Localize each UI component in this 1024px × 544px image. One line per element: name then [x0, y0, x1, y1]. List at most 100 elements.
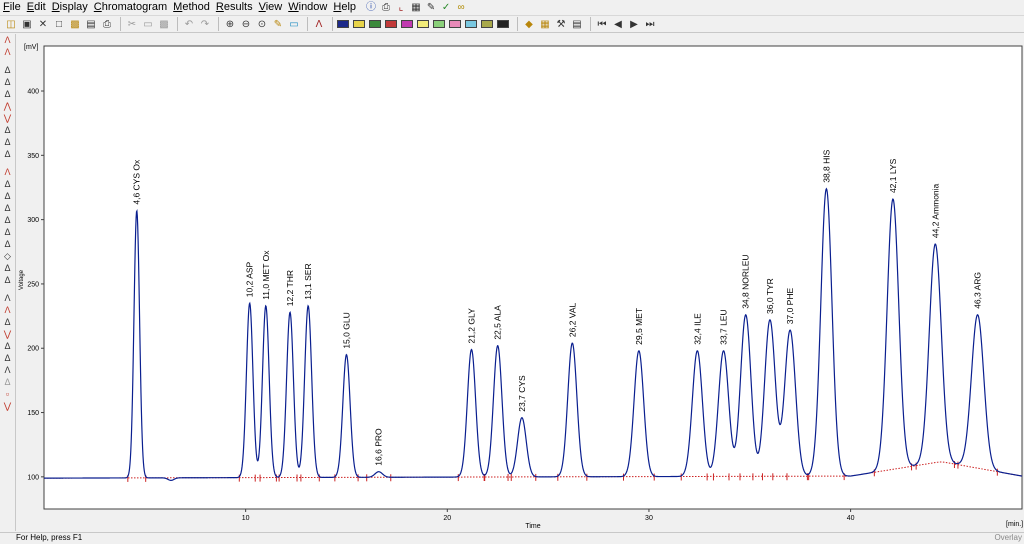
comment-icon[interactable]: ▭	[287, 17, 301, 31]
info-icon[interactable]: ⓘ	[365, 2, 377, 14]
check-icon[interactable]: ✓	[440, 2, 452, 14]
manual-tool-icon[interactable]: ▫	[2, 389, 14, 400]
open-icon[interactable]: ◫	[4, 17, 18, 31]
calculator-icon[interactable]: ▤	[570, 17, 584, 31]
manual-tool-icon[interactable]: ⋁	[2, 329, 14, 340]
color-swatch-cyan[interactable]	[465, 20, 477, 28]
color-swatch-magenta[interactable]	[401, 20, 413, 28]
event-icon[interactable]: ◇	[2, 251, 14, 262]
tangent-icon[interactable]: Δ	[2, 125, 14, 136]
color-swatch-green[interactable]	[369, 20, 381, 28]
valley-icon[interactable]: ⋁	[2, 113, 14, 124]
peak-label: 33,7 LEU	[719, 309, 729, 344]
menu-display[interactable]: Display	[49, 0, 91, 15]
event-icon[interactable]: Δ	[2, 191, 14, 202]
save-icon[interactable]: ▣	[20, 17, 34, 31]
baseline-tool-icon[interactable]: Δ	[2, 77, 14, 88]
manual-tool-icon[interactable]: Δ	[2, 341, 14, 352]
manual-tool-icon[interactable]: Δ	[2, 317, 14, 328]
first-icon[interactable]: ⏮	[595, 17, 609, 31]
color-swatch-pink[interactable]	[449, 20, 461, 28]
color-swatch-black[interactable]	[497, 20, 509, 28]
manual-tool-icon[interactable]: Δ	[2, 377, 14, 388]
color-swatch-lightyellow[interactable]	[417, 20, 429, 28]
peak-label: 16,6 PRO	[374, 428, 384, 466]
zoom-in-icon[interactable]: ⊕	[223, 17, 237, 31]
print-preview-icon[interactable]: ⎙	[100, 17, 114, 31]
y-axis-unit: [mV]	[24, 44, 38, 51]
peak-label: 22,5 ALA	[493, 305, 503, 340]
toolbar-separator	[517, 17, 518, 31]
tangent-icon[interactable]: Δ	[2, 137, 14, 148]
manual-tool-icon[interactable]: Λ	[2, 365, 14, 376]
export-icon[interactable]: ▤	[84, 17, 98, 31]
event-icon[interactable]: Δ	[2, 179, 14, 190]
cut-icon[interactable]: ✂	[125, 17, 139, 31]
color-swatch-navy[interactable]	[337, 20, 349, 28]
pen-icon[interactable]: ✎	[271, 17, 285, 31]
event-icon[interactable]: Δ	[2, 275, 14, 286]
graph-icon[interactable]: ⌞	[395, 2, 407, 14]
peak-tool-icon[interactable]: Λ	[2, 35, 14, 46]
chromatogram-plot[interactable]: 100 150 200 250 300 350 400 10 20 30 40 [mV] Volt…	[16, 35, 1024, 532]
shoulder-icon[interactable]: Δ	[2, 149, 14, 160]
manual-tool-icon[interactable]: Λ	[2, 305, 14, 316]
last-icon[interactable]: ⏭	[643, 17, 657, 31]
zoom-fit-icon[interactable]: ⊙	[255, 17, 269, 31]
peak-label: 15,0 GLU	[341, 312, 351, 348]
baseline-tool-icon[interactable]: Δ	[2, 89, 14, 100]
event-icon[interactable]: Δ	[2, 263, 14, 274]
event-icon[interactable]: Δ	[2, 203, 14, 214]
link-icon[interactable]: ∞	[455, 2, 467, 14]
paste-icon[interactable]: ▩	[157, 17, 171, 31]
menu-help[interactable]: Help	[330, 0, 359, 15]
split-peak-icon[interactable]: ⋀	[2, 101, 14, 112]
peak-edit-icon[interactable]: Λ	[2, 47, 14, 58]
peak-icon[interactable]: Λ	[312, 17, 326, 31]
color-swatch-yellow[interactable]	[353, 20, 365, 28]
grid-icon[interactable]: ▦	[538, 17, 552, 31]
prev-icon[interactable]: ◀	[611, 17, 625, 31]
menu-results[interactable]: Results	[213, 0, 256, 15]
table-icon[interactable]: ▦	[410, 2, 422, 14]
peak-label: 13,1 SER	[303, 263, 313, 299]
event-icon[interactable]: Λ	[2, 167, 14, 178]
y-tick-label: 250	[27, 281, 39, 288]
color-swatch-red[interactable]	[385, 20, 397, 28]
event-icon[interactable]: Δ	[2, 239, 14, 250]
close-icon[interactable]: ✕	[36, 17, 50, 31]
toolbar-separator	[590, 17, 591, 31]
peak-label: 36,0 TYR	[765, 278, 775, 314]
toolbar-separator	[307, 17, 308, 31]
peak-label: 21,2 GLY	[466, 308, 476, 344]
edit-icon[interactable]: ✎	[425, 2, 437, 14]
menu-method[interactable]: Method	[170, 0, 213, 15]
zoom-out-icon[interactable]: ⊖	[239, 17, 253, 31]
menu-view[interactable]: View	[256, 0, 286, 15]
menu-edit[interactable]: Edit	[24, 0, 49, 15]
menu-file[interactable]: File	[0, 0, 24, 15]
redo-icon[interactable]: ↷	[198, 17, 212, 31]
undo-icon[interactable]: ↶	[182, 17, 196, 31]
event-icon[interactable]: Δ	[2, 227, 14, 238]
manual-tool-icon[interactable]: Λ	[2, 293, 14, 304]
print-icon[interactable]: ⎙	[380, 2, 392, 14]
diamond-icon[interactable]: ◆	[522, 17, 536, 31]
toolbar-separator	[332, 17, 333, 31]
peak-label: 29,5 MET	[634, 308, 644, 345]
next-icon[interactable]: ▶	[627, 17, 641, 31]
manual-tool-icon[interactable]: Δ	[2, 353, 14, 364]
peak-label: 37,0 PHE	[785, 288, 795, 325]
menu-chromatogram[interactable]: Chromatogram	[91, 0, 170, 15]
menu-window[interactable]: Window	[285, 0, 330, 15]
color-swatch-lightgreen[interactable]	[433, 20, 445, 28]
plot-area	[43, 45, 1023, 510]
manual-tool-icon[interactable]: ⋁	[2, 401, 14, 412]
new-icon[interactable]: □	[52, 17, 66, 31]
event-icon[interactable]: Δ	[2, 215, 14, 226]
folder-icon[interactable]: ▩	[68, 17, 82, 31]
baseline-tool-icon[interactable]: Δ	[2, 65, 14, 76]
copy-icon[interactable]: ▭	[141, 17, 155, 31]
tools-icon[interactable]: ⚒	[554, 17, 568, 31]
color-swatch-olive[interactable]	[481, 20, 493, 28]
